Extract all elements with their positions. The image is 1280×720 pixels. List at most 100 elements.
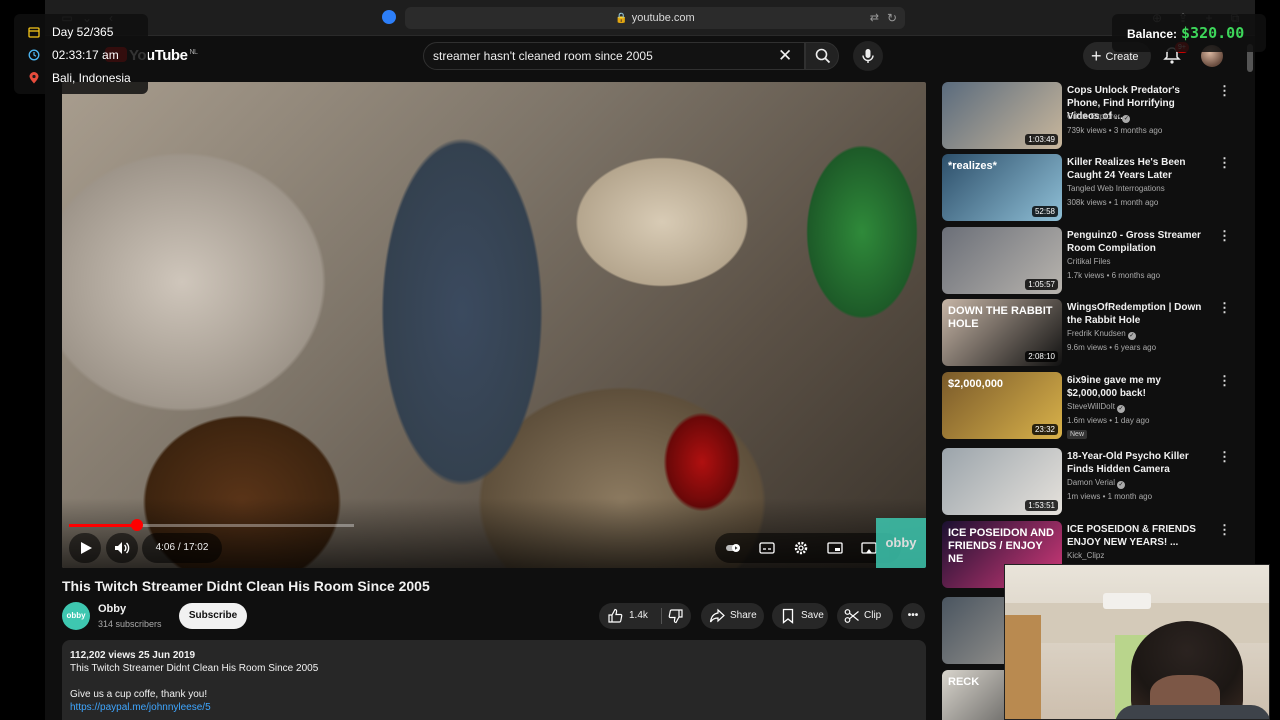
subscriber-count: 314 subscribers xyxy=(98,619,162,629)
recommendation-item[interactable]: 1:03:49 Cops Unlock Predator's Phone, Fin… xyxy=(942,82,1242,152)
channel-name-text: Critikal Files xyxy=(1067,257,1111,266)
recommendation-thumbnail[interactable]: 1:53:51 xyxy=(942,448,1062,515)
clear-search-icon[interactable]: ✕ xyxy=(778,44,792,68)
save-button[interactable]: Save xyxy=(772,603,828,629)
recommendation-channel[interactable]: Critikal Files xyxy=(1067,257,1111,266)
stream-frame: ▭ ⌄ ‹ 🔒youtube.com ⇄ ↻ ⊕ ⇪ + ⧉ YouTubeNL… xyxy=(0,0,1280,720)
recommendation-stats: 1m views • 1 month ago xyxy=(1067,492,1153,501)
recommendation-title[interactable]: WingsOfRedemption | Down the Rabbit Hole xyxy=(1067,301,1209,327)
recommendation-item[interactable]: $2,000,000 23:32 6ix9ine gave me my $2,000… xyxy=(942,372,1242,442)
video-player[interactable]: 4:06 / 17:02 obby xyxy=(62,82,926,568)
volume-button[interactable] xyxy=(106,533,138,563)
channel-name-text: Fredrik Knudsen xyxy=(1067,329,1126,338)
recommendation-title[interactable]: Penguinz0 - Gross Streamer Room Compilat… xyxy=(1067,229,1209,255)
description-line-2: Give us a cup coffe, thank you! xyxy=(70,689,208,700)
webcam-air-conditioner xyxy=(1103,593,1151,609)
recommendation-title[interactable]: 18-Year-Old Psycho Killer Finds Hidden C… xyxy=(1067,450,1209,476)
clip-button[interactable]: Clip xyxy=(837,603,893,629)
stream-hud: Day 52/365 02:33:17 am Bali, Indonesia xyxy=(14,14,148,94)
channel-name[interactable]: Obby xyxy=(98,603,126,615)
hud-time: 02:33:17 am xyxy=(52,48,119,62)
duration-badge: 23:32 xyxy=(1031,424,1058,435)
more-options-icon[interactable]: ⋮ xyxy=(1218,155,1231,171)
autoplay-icon[interactable] xyxy=(725,540,741,556)
more-options-icon[interactable]: ⋮ xyxy=(1218,373,1231,389)
recommendation-title[interactable]: 6ix9ine gave me my $2,000,000 back! xyxy=(1067,374,1209,400)
translate-icon[interactable]: ⇄ xyxy=(870,7,879,29)
recommendation-title[interactable]: Killer Realizes He's Been Caught 24 Year… xyxy=(1067,156,1209,182)
recommendation-thumbnail[interactable]: *realizes* 52:58 xyxy=(942,154,1062,221)
hud-day: Day 52/365 xyxy=(52,25,114,39)
create-label: Create xyxy=(1105,51,1139,63)
recommendation-channel[interactable]: SteveWillDoIt ✓ xyxy=(1067,402,1126,413)
channel-name-text: Kick_Clipz xyxy=(1067,551,1105,560)
recommendation-item[interactable]: DOWN THE RABBIT HOLE 2:08:10 WingsOfRedemp… xyxy=(942,299,1242,369)
recommendation-title[interactable]: ICE POSEIDON & FRIENDS ENJOY NEW YEARS! … xyxy=(1067,523,1209,549)
dislike-button[interactable] xyxy=(662,603,691,629)
recommendation-channel[interactable]: Kick_Clipz xyxy=(1067,551,1104,560)
more-options-icon[interactable]: ⋮ xyxy=(1218,522,1231,538)
progress-played xyxy=(69,524,137,527)
recommendation-stats: 308k views • 1 month ago xyxy=(1067,198,1159,207)
more-actions-button[interactable]: ••• xyxy=(901,603,925,629)
plus-icon: + xyxy=(1091,46,1102,66)
save-label: Save xyxy=(801,610,824,621)
voice-search-button[interactable] xyxy=(853,41,883,71)
reload-icon[interactable]: ↻ xyxy=(887,7,897,29)
recommendation-channel[interactable]: Damon Verial ✓ xyxy=(1067,478,1126,489)
channel-watermark[interactable]: obby xyxy=(876,518,926,568)
duration-badge: 1:53:51 xyxy=(1025,500,1058,511)
subtitles-icon[interactable] xyxy=(759,540,775,556)
recommendation-thumbnail[interactable]: $2,000,000 23:32 xyxy=(942,372,1062,439)
recommendation-thumbnail[interactable]: DOWN THE RABBIT HOLE 2:08:10 xyxy=(942,299,1062,366)
thumbs-down-icon xyxy=(668,609,683,624)
channel-name-text: Crime Explorer xyxy=(1067,112,1121,121)
donation-link[interactable]: https://paypal.me/johnnyleese/5 xyxy=(70,701,918,714)
video-title: This Twitch Streamer Didnt Clean His Roo… xyxy=(62,578,430,594)
recommendation-stats: 1.6m views • 1 day ago xyxy=(1067,416,1150,425)
settings-icon[interactable] xyxy=(793,540,809,556)
recommendation-thumbnail[interactable]: 1:03:49 xyxy=(942,82,1062,149)
share-arrow-icon xyxy=(709,608,725,623)
browser-toolbar: ▭ ⌄ ‹ 🔒youtube.com ⇄ ↻ ⊕ ⇪ + ⧉ xyxy=(45,0,1255,36)
recommendation-thumbnail[interactable]: 1:05:57 xyxy=(942,227,1062,294)
play-button[interactable] xyxy=(69,533,101,563)
site-favicon-icon xyxy=(382,10,396,24)
subscribe-button[interactable]: Subscribe xyxy=(179,603,247,629)
recommendation-item[interactable]: *realizes* 52:58 Killer Realizes He's Been… xyxy=(942,154,1242,224)
more-options-icon[interactable]: ⋮ xyxy=(1218,300,1231,316)
description-box[interactable]: 112,202 views 25 Jun 2019 This Twitch St… xyxy=(62,640,926,720)
thumbs-up-icon xyxy=(608,608,623,623)
like-button[interactable]: 1.4k xyxy=(599,603,661,629)
more-options-icon[interactable]: ⋮ xyxy=(1218,228,1231,244)
like-count: 1.4k xyxy=(629,610,648,621)
scissors-icon xyxy=(844,609,859,623)
verified-check-icon: ✓ xyxy=(1117,481,1126,489)
recommendation-item[interactable]: 1:53:51 18-Year-Old Psycho Killer Finds H… xyxy=(942,448,1242,518)
address-bar[interactable]: 🔒 youtube.com ⇄ ↻ xyxy=(405,7,905,29)
share-button[interactable]: Share xyxy=(701,603,764,629)
channel-name-text: Damon Verial xyxy=(1067,478,1116,487)
progress-scrubber[interactable] xyxy=(131,519,143,531)
recommendation-channel[interactable]: Crime Explorer ✓ xyxy=(1067,112,1131,123)
recommendation-item[interactable]: 1:05:57 Penguinz0 - Gross Streamer Room C… xyxy=(942,227,1242,297)
channel-avatar[interactable]: obby xyxy=(62,602,90,630)
recommendation-channel[interactable]: Tangled Web Interrogations xyxy=(1067,184,1165,193)
cast-icon[interactable] xyxy=(861,540,877,556)
search-button[interactable] xyxy=(805,42,839,70)
more-options-icon[interactable]: ⋮ xyxy=(1218,83,1231,99)
duration-badge: 2:08:10 xyxy=(1025,351,1058,362)
webcam-feed xyxy=(1004,564,1270,720)
more-options-icon[interactable]: ⋮ xyxy=(1218,449,1231,465)
search-input[interactable]: streamer hasn't cleaned room since 2005 xyxy=(423,42,805,70)
calendar-icon xyxy=(28,27,40,38)
recommendation-stats: 9.6m views • 6 years ago xyxy=(1067,343,1157,352)
duration-badge: 52:58 xyxy=(1031,206,1058,217)
location-pin-icon xyxy=(29,72,39,84)
recommendation-stats: 739k views • 3 months ago xyxy=(1067,126,1163,135)
hud-location: Bali, Indonesia xyxy=(52,71,131,85)
recommendation-channel[interactable]: Fredrik Knudsen ✓ xyxy=(1067,329,1136,340)
recommendation-stats: 1.7k views • 6 months ago xyxy=(1067,271,1161,280)
duration-badge: 1:03:49 xyxy=(1025,134,1058,145)
miniplayer-icon[interactable] xyxy=(827,540,843,556)
